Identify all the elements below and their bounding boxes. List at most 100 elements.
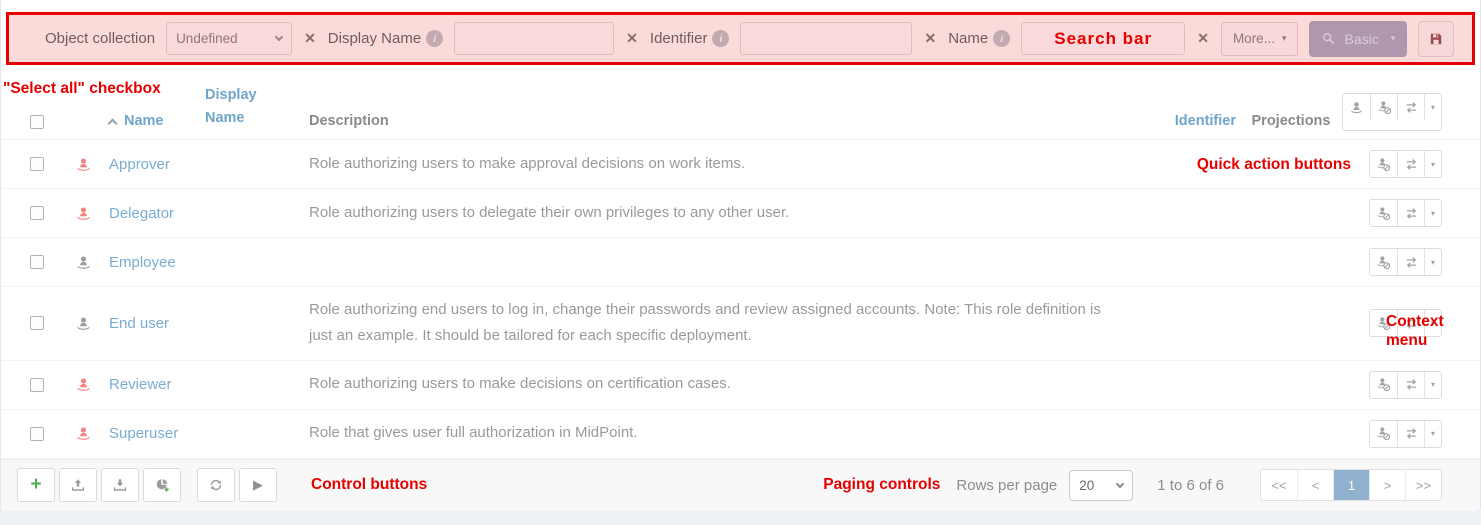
person-icon — [1349, 100, 1364, 115]
search-icon — [1321, 31, 1336, 46]
roles-list-panel: Object collection Undefined ✕ Display Na… — [0, 0, 1481, 511]
sort-ascending-icon — [107, 118, 118, 128]
search-bar: Object collection Undefined ✕ Display Na… — [6, 12, 1475, 65]
role-description: Role authorizing end users to log in, ch… — [309, 301, 1101, 345]
column-header-projections: Projections — [1251, 113, 1331, 129]
next-page-button[interactable]: > — [1369, 470, 1405, 500]
refresh-button[interactable] — [197, 468, 235, 502]
row-context-menu-button[interactable]: ▾ — [1424, 200, 1441, 226]
clear-object-collection-button[interactable]: ✕ — [303, 30, 317, 47]
transfer-icon — [1404, 377, 1419, 392]
role-name-link[interactable]: Reviewer — [109, 376, 205, 393]
page-number-button[interactable]: 1 — [1333, 470, 1369, 500]
chevron-down-icon: ▾ — [1390, 33, 1396, 43]
new-object-button[interactable]: + — [17, 468, 55, 502]
role-description: Role authorizing users to make decisions… — [309, 375, 731, 393]
chevron-down-icon: ▾ — [1281, 33, 1287, 43]
chevron-down-icon — [1116, 479, 1125, 488]
identifier-input[interactable] — [740, 22, 913, 55]
role-name-link[interactable]: Employee — [109, 254, 205, 271]
person-disable-icon — [1376, 206, 1391, 221]
previous-page-button[interactable]: < — [1297, 470, 1333, 500]
export-button[interactable] — [101, 468, 139, 502]
chevron-down-icon — [274, 32, 284, 42]
display-name-input[interactable] — [454, 22, 615, 55]
role-icon — [75, 205, 92, 222]
first-page-button[interactable]: << — [1261, 470, 1297, 500]
upload-icon — [70, 477, 86, 493]
column-header-identifier[interactable]: Identifier — [1175, 113, 1236, 139]
role-name-link[interactable]: End user — [109, 315, 205, 332]
last-page-button[interactable]: >> — [1405, 470, 1441, 500]
create-report-button[interactable] — [143, 468, 181, 502]
table-body: Quick action buttons Context menu Approv… — [1, 140, 1480, 459]
reconcile-all-button[interactable] — [1397, 94, 1424, 120]
pie-chart-plus-icon — [154, 477, 170, 493]
role-name-link[interactable]: Superuser — [109, 425, 205, 442]
disable-button[interactable] — [1370, 249, 1397, 275]
table-header: "Select all" checkbox Name Display Name … — [1, 75, 1480, 140]
role-name-link[interactable]: Delegator — [109, 205, 205, 222]
row-context-menu-button[interactable]: ▾ — [1424, 249, 1441, 275]
header-actions-group: ▾ — [1342, 93, 1442, 131]
pagination-range-label: 1 to 6 of 6 — [1157, 476, 1224, 494]
column-header-description: Description — [309, 113, 389, 129]
disable-button[interactable] — [1370, 151, 1397, 177]
name-input[interactable]: Search bar — [1021, 22, 1186, 55]
row-checkbox[interactable] — [30, 255, 44, 269]
rows-per-page-value: 20 — [1079, 477, 1095, 493]
person-disable-icon — [1376, 426, 1391, 441]
disable-all-button[interactable] — [1370, 94, 1397, 120]
row-checkbox[interactable] — [30, 377, 44, 392]
annotation-select-all: "Select all" checkbox — [3, 80, 161, 97]
row-context-menu-button[interactable]: ▾ — [1424, 420, 1441, 447]
row-context-menu-button[interactable]: ▾ — [1424, 371, 1441, 398]
import-button[interactable] — [59, 468, 97, 502]
download-icon — [112, 477, 128, 493]
row-checkbox[interactable] — [30, 426, 44, 441]
select-all-checkbox[interactable] — [30, 115, 44, 129]
reconcile-button[interactable] — [1397, 420, 1424, 447]
clear-identifier-button[interactable]: ✕ — [923, 30, 937, 47]
role-icon — [75, 425, 92, 442]
role-icon — [75, 315, 92, 332]
role-name-link[interactable]: Approver — [109, 156, 205, 173]
disable-button[interactable] — [1370, 372, 1397, 398]
disable-button[interactable] — [1370, 200, 1397, 226]
search-basic-button[interactable]: Basic ▾ — [1309, 20, 1408, 57]
role-icon — [75, 254, 92, 271]
row-checkbox[interactable] — [30, 157, 44, 171]
clear-display-name-button[interactable]: ✕ — [625, 30, 639, 47]
rows-per-page-select[interactable]: 20 — [1069, 469, 1134, 501]
info-icon[interactable]: i — [712, 30, 730, 47]
object-collection-select[interactable]: Undefined — [166, 22, 293, 55]
info-icon[interactable]: i — [993, 30, 1011, 47]
disable-button[interactable] — [1370, 421, 1397, 447]
more-filters-button[interactable]: More... ▾ — [1220, 21, 1299, 56]
save-search-button[interactable] — [1418, 20, 1455, 57]
save-icon — [1428, 31, 1444, 47]
table-row: Employee ▾ — [1, 238, 1480, 287]
row-context-menu-button[interactable]: ▾ — [1424, 151, 1441, 177]
row-checkbox[interactable] — [30, 206, 44, 220]
clear-name-button[interactable]: ✕ — [1196, 30, 1210, 47]
row-actions-group: ▾ — [1369, 248, 1442, 276]
header-context-menu-button[interactable]: ▾ — [1424, 94, 1441, 120]
enable-all-button[interactable] — [1343, 94, 1370, 120]
resume-refresh-button[interactable]: ▶ — [239, 468, 277, 502]
reconcile-button[interactable] — [1397, 249, 1424, 275]
column-header-display-name[interactable]: Display Name — [205, 84, 309, 139]
reconcile-button[interactable] — [1397, 371, 1424, 398]
column-header-name[interactable]: Name — [107, 113, 205, 139]
refresh-icon — [208, 477, 224, 493]
transfer-icon — [1404, 255, 1419, 270]
reconcile-button[interactable] — [1397, 151, 1424, 177]
reconcile-button[interactable] — [1397, 200, 1424, 226]
transfer-icon — [1404, 206, 1419, 221]
row-checkbox[interactable] — [30, 316, 44, 331]
role-description: Role authorizing users to delegate their… — [309, 203, 790, 221]
row-actions-group: ▾ — [1369, 370, 1442, 399]
table-row: Delegator Role authorizing users to dele… — [1, 189, 1480, 238]
info-icon[interactable]: i — [426, 30, 444, 47]
table-row: Superuser Role that gives user full auth… — [1, 410, 1480, 459]
